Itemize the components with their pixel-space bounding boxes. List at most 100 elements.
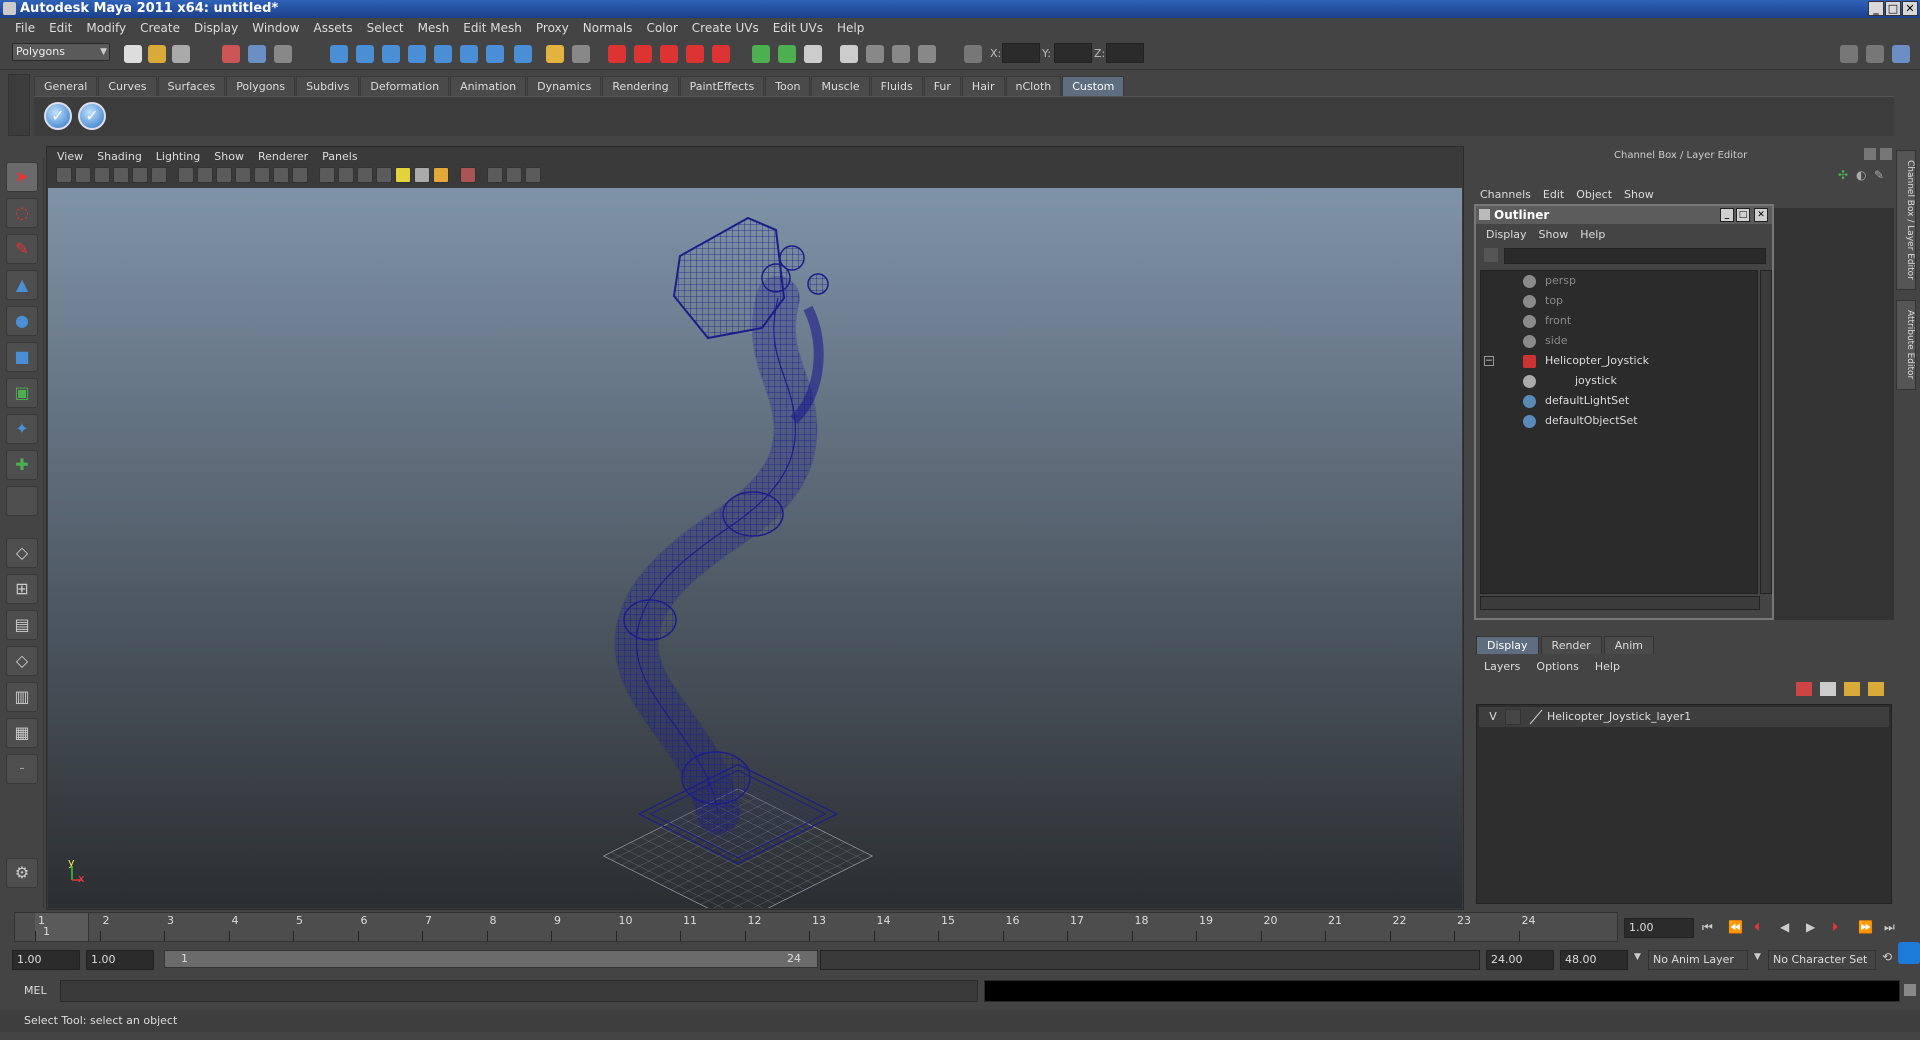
render-settings-icon[interactable] [660,45,678,63]
viewport-menu-panels[interactable]: Panels [315,148,364,166]
menu-select[interactable]: Select [360,21,411,35]
menu-set-dropdown[interactable]: Polygons ▼ [12,43,110,61]
step-back-frame-icon[interactable]: ⏴ [1754,920,1760,935]
menu-edit-mesh[interactable]: Edit Mesh [456,21,529,35]
help-icon[interactable] [514,45,532,63]
input-ops-icon[interactable] [572,45,590,63]
scale-tool-icon[interactable]: ■ [6,342,38,372]
gate-mask-icon[interactable] [235,167,251,183]
ipr-render-icon[interactable] [634,45,652,63]
safe-action-icon[interactable] [273,167,289,183]
close-panel-icon[interactable] [1880,148,1892,160]
channel-box-toggle-icon[interactable] [840,45,858,63]
menu-edit[interactable]: Edit [42,21,79,35]
last-tool-icon[interactable] [6,486,38,516]
outliner-search-input[interactable] [1504,248,1766,264]
safe-title-icon[interactable] [292,167,308,183]
viewport-menu-show[interactable]: Show [207,148,251,166]
outliner-item-front[interactable]: front [1481,311,1757,331]
snap-view-plane-icon[interactable] [434,45,452,63]
outliner-item-helicopter-joystick[interactable]: − Helicopter_Joystick [1481,351,1757,371]
layer-tab-anim[interactable]: Anim [1603,636,1654,654]
graph-persp-layout-icon[interactable]: ◇ [6,646,38,676]
smooth-shade-icon[interactable] [338,167,354,183]
resolution-gate-icon[interactable] [216,167,232,183]
open-scene-icon[interactable] [148,45,166,63]
menu-color[interactable]: Color [639,21,684,35]
animation-start-field[interactable]: 1.00 [12,950,80,970]
menu-display[interactable]: Display [187,21,245,35]
script-editor-icon[interactable] [1904,984,1916,996]
lock-icon[interactable] [546,45,564,63]
menu-assets[interactable]: Assets [307,21,360,35]
anim-layer-dropdown[interactable]: No Anim Layer [1648,950,1748,970]
channel-menu-channels[interactable]: Channels [1474,188,1537,201]
all-lights-icon[interactable] [414,167,430,183]
menu-normals[interactable]: Normals [576,21,640,35]
mel-label[interactable]: MEL [24,984,47,997]
perspective-viewport[interactable]: y x [48,188,1462,908]
render-frame-icon[interactable] [608,45,626,63]
move-layer-down-icon[interactable] [1820,682,1836,696]
select-component-icon[interactable] [274,45,292,63]
shelf-menu-handle[interactable] [8,74,30,136]
film-gate-icon[interactable] [197,167,213,183]
isolate-select-icon[interactable] [487,167,503,183]
xray-components-icon[interactable] [525,167,541,183]
outliner-item-joystick[interactable]: joystick [1481,371,1757,391]
layer-menu-help[interactable]: Help [1587,660,1628,673]
coord-y-field[interactable] [1054,43,1092,63]
outliner-maximize-button[interactable]: □ [1736,208,1750,222]
select-hierarchy-icon[interactable] [222,45,240,63]
menu-create[interactable]: Create [133,21,187,35]
outliner-menu-display[interactable]: Display [1480,226,1533,244]
shelf-tab-custom[interactable]: Custom [1062,76,1125,96]
play-forwards-icon[interactable]: ▶ [1806,920,1815,934]
character-set-dropdown[interactable]: No Character Set [1768,950,1876,970]
channel-menu-show[interactable]: Show [1618,188,1660,201]
transform-mode-icon[interactable] [964,45,982,63]
lasso-tool-icon[interactable]: ◌ [6,198,38,228]
xray-joints-icon[interactable] [506,167,522,183]
four-view-layout-icon[interactable]: ⊞ [6,574,38,604]
channel-menu-edit[interactable]: Edit [1537,188,1570,201]
current-time-field[interactable]: 1.00 [1624,918,1694,938]
minimize-button[interactable]: _ [1868,1,1884,16]
playback-start-field[interactable]: 1.00 [86,950,154,970]
outliner-toggle-icon[interactable] [892,45,910,63]
camera-attributes-icon[interactable] [75,167,91,183]
soft-modification-icon[interactable]: ✦ [6,414,38,444]
tool-settings-toggle-icon[interactable] [866,45,884,63]
save-scene-icon[interactable] [172,45,190,63]
check-icon[interactable]: ✓ [78,102,106,130]
hypershade-icon[interactable] [686,45,704,63]
wireframe-on-shaded-icon[interactable] [357,167,373,183]
outliner-item-default-light-set[interactable]: defaultLightSet [1481,391,1757,411]
move-tool-icon[interactable]: ▲ [6,270,38,300]
shelf-tab-animation[interactable]: Animation [450,76,527,96]
shelf-tab-muscle[interactable]: Muscle [811,76,870,96]
attribute-editor-toggle-icon[interactable] [804,45,822,63]
outliner-item-default-object-set[interactable]: defaultObjectSet [1481,411,1757,431]
layer-row[interactable]: V Helicopter_Joystick_layer1 [1479,707,1889,727]
mel-input[interactable] [60,980,978,1002]
field-chart-icon[interactable] [254,167,270,183]
menu-edit-uvs[interactable]: Edit UVs [766,21,830,35]
layer-tab-display[interactable]: Display [1476,636,1539,654]
float-panel-icon[interactable] [1864,148,1876,160]
move-layer-up-icon[interactable] [1796,682,1812,696]
go-to-end-icon[interactable]: ⏭ [1884,920,1895,935]
shelf-tab-surfaces[interactable]: Surfaces [157,76,226,96]
default-lighting-icon[interactable] [395,167,411,183]
shelf-tab-painteffects[interactable]: PaintEffects [679,76,765,96]
side-tab-attribute-editor[interactable]: Attribute Editor [1896,300,1916,390]
menu-help[interactable]: Help [830,21,871,35]
outliner-graph-layout-icon[interactable]: ▦ [6,718,38,748]
show-manipulator-icon[interactable]: ✚ [6,450,38,480]
viewport-menu-renderer[interactable]: Renderer [251,148,315,166]
layer-tab-render[interactable]: Render [1540,636,1602,654]
hypershade-persp-layout-icon[interactable]: ▥ [6,682,38,712]
range-slider[interactable]: 1 24 [164,950,818,968]
shelf-tab-polygons[interactable]: Polygons [226,76,296,96]
step-forward-key-icon[interactable]: ⏩ [1858,920,1873,934]
